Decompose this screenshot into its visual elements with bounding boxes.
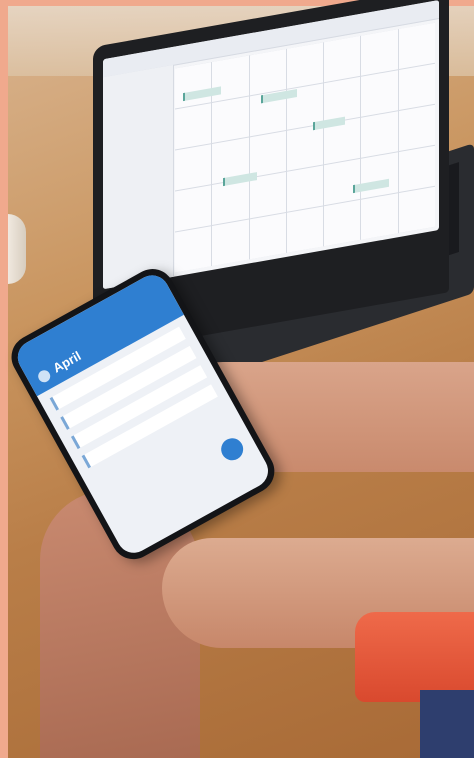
month-title: April — [50, 348, 84, 376]
calendar-sidebar — [103, 64, 174, 290]
mug — [8, 214, 26, 284]
red-sleeve — [355, 612, 474, 702]
new-event-button — [217, 434, 248, 465]
jeans — [420, 690, 474, 758]
laptop-calendar-screen — [103, 0, 439, 290]
calendar-month-grid — [175, 22, 435, 273]
profile-avatar — [36, 368, 53, 385]
photo-frame: April — [0, 0, 474, 758]
